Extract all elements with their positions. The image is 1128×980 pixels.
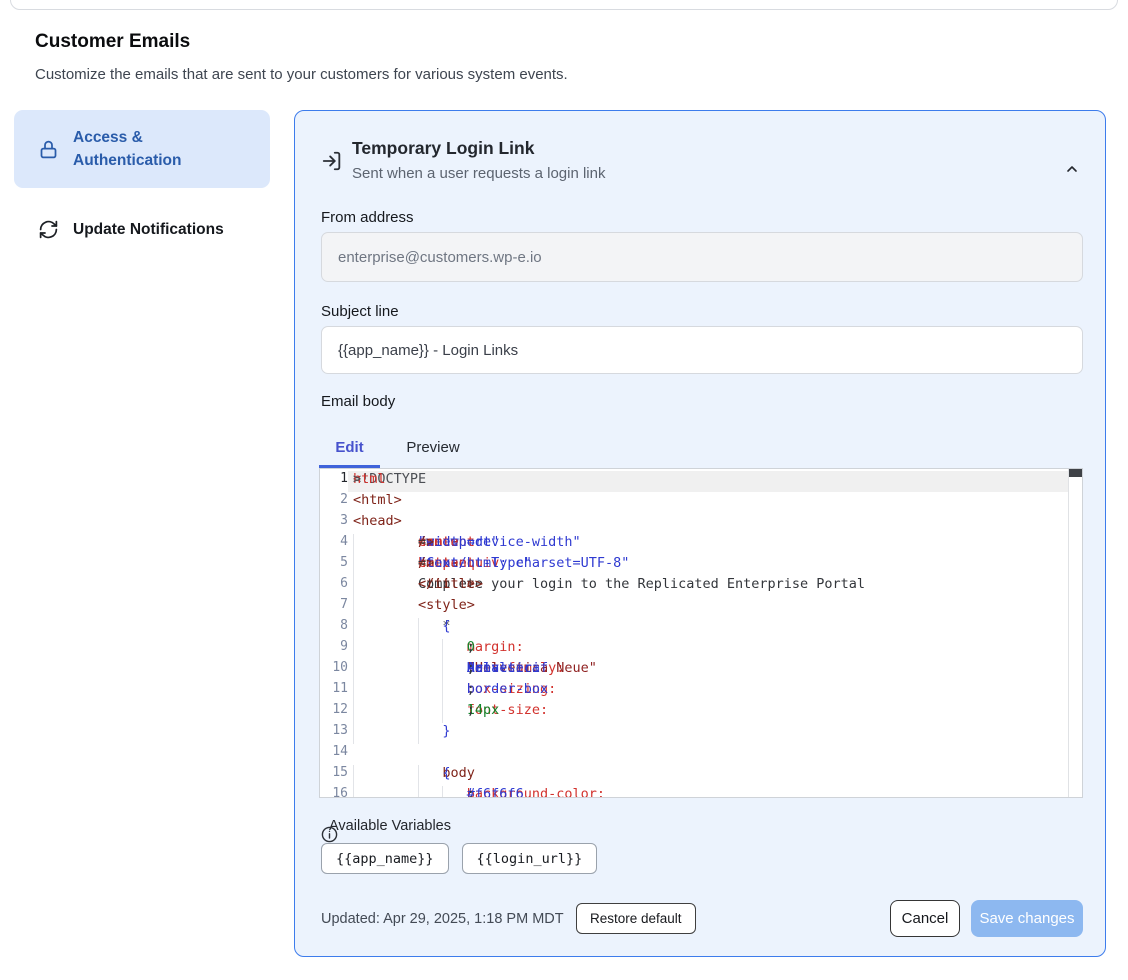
from-address-label: From address (321, 209, 414, 226)
variable-chips: {{app_name}} {{login_url}} (321, 843, 597, 874)
updated-timestamp: Updated: Apr 29, 2025, 1:18 PM MDT (321, 911, 564, 927)
email-panel: Temporary Login Link Sent when a user re… (294, 110, 1106, 957)
code-line: 13 } (320, 723, 1068, 744)
from-address-input[interactable] (321, 232, 1083, 282)
tab-preview[interactable]: Preview (402, 431, 464, 463)
line-number: 2 (320, 492, 348, 513)
line-number: 11 (320, 681, 348, 702)
line-number: 5 (320, 555, 348, 576)
line-number: 1 (320, 471, 348, 492)
page-subtitle: Customize the emails that are sent to yo… (35, 66, 568, 83)
scrollbar-thumb[interactable] (1069, 469, 1082, 477)
code-line: 6 <title>Complete your login to the Repl… (320, 576, 1068, 597)
code-line: 2<html> (320, 492, 1068, 513)
code-line: 15 body { (320, 765, 1068, 786)
sidebar-item-label: Update Notifications (73, 218, 224, 241)
collapse-button[interactable] (1051, 149, 1077, 173)
line-number: 13 (320, 723, 348, 744)
panel-title: Temporary Login Link (352, 138, 534, 159)
editor-tabs: Edit Preview (319, 431, 464, 463)
code-line: 3<head> (320, 513, 1068, 534)
available-variables-row: Available Variables (321, 818, 451, 834)
code-line: 11 box-sizing: border-box; (320, 681, 1068, 702)
line-number: 14 (320, 744, 348, 765)
code-line: 14 (320, 744, 1068, 765)
line-number: 7 (320, 597, 348, 618)
tab-edit[interactable]: Edit (319, 431, 380, 463)
lock-icon (38, 139, 59, 160)
cancel-button[interactable]: Cancel (890, 900, 960, 937)
subject-line-input[interactable] (321, 326, 1083, 374)
line-number: 12 (320, 702, 348, 723)
code-line: 10 font-family: "Helvetica Neue", Helvet… (320, 660, 1068, 681)
code-line: 9 margin: 0; (320, 639, 1068, 660)
editor-scrollbar[interactable] (1068, 469, 1082, 797)
panel-subtitle: Sent when a user requests a login link (352, 165, 605, 182)
refresh-icon (38, 219, 59, 240)
code-line: 4 <meta name="viewport" content="width=d… (320, 534, 1068, 555)
code-line: 8 * { (320, 618, 1068, 639)
code-lines: 1<!DOCTYPE html>2<html>3<head>4 <meta na… (320, 471, 1068, 798)
line-number: 6 (320, 576, 348, 597)
code-line: 7 <style> (320, 597, 1068, 618)
line-number: 3 (320, 513, 348, 534)
sidebar-item-access-authentication[interactable]: Access & Authentication (14, 110, 270, 188)
code-line: 12 font-size: 14px; (320, 702, 1068, 723)
line-number: 15 (320, 765, 348, 786)
line-number: 16 (320, 786, 348, 798)
code-line: 1<!DOCTYPE html> (320, 471, 1068, 492)
email-body-label: Email body (321, 393, 395, 410)
code-line: 16 background-color: #f6f6f6; (320, 786, 1068, 798)
sidebar-item-label: Access & Authentication (73, 126, 223, 172)
line-number: 9 (320, 639, 348, 660)
save-changes-button[interactable]: Save changes (971, 900, 1083, 937)
line-number: 8 (320, 618, 348, 639)
line-number: 10 (320, 660, 348, 681)
variable-chip-login-url[interactable]: {{login_url}} (462, 843, 598, 874)
sidebar-item-update-notifications[interactable]: Update Notifications (14, 205, 270, 253)
top-card-remnant (10, 0, 1118, 10)
page-title: Customer Emails (35, 31, 190, 53)
code-editor[interactable]: 1<!DOCTYPE html>2<html>3<head>4 <meta na… (319, 468, 1083, 798)
variable-chip-app-name[interactable]: {{app_name}} (321, 843, 449, 874)
available-variables-label: Available Variables (329, 818, 451, 834)
restore-default-button[interactable]: Restore default (576, 903, 696, 934)
line-number: 4 (320, 534, 348, 555)
subject-line-label: Subject line (321, 303, 399, 320)
code-line: 5 <meta http-equiv="Content-Type" conten… (320, 555, 1068, 576)
